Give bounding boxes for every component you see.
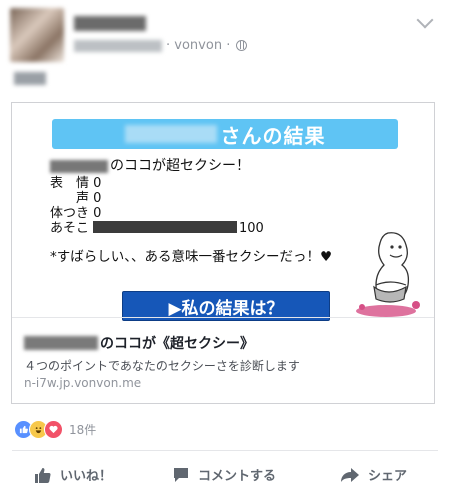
- stat-bar: [93, 221, 238, 233]
- love-reaction-icon: [44, 420, 63, 439]
- banner-name: [124, 125, 217, 143]
- comment-button[interactable]: コメントする: [172, 465, 276, 484]
- stat-label: 表 情: [50, 176, 90, 191]
- like-label: いいね！: [60, 469, 113, 484]
- stat-label: 体つき: [50, 206, 90, 221]
- result-heading-text: のココが超セクシー！: [110, 158, 250, 174]
- thumbs-up-icon: [35, 467, 51, 483]
- result-block: のココが超セクシー！ 表 情 0 声 0 体つき 0 あそこ 100: [50, 159, 264, 236]
- actions-divider: [12, 450, 438, 451]
- comment-icon: [174, 467, 188, 482]
- link-description: ４つのポイントであなたのセクシーさを診断します: [24, 359, 300, 373]
- result-heading: のココが超セクシー！: [50, 159, 264, 174]
- link-domain: n-i7w.jp.vonvon.me: [24, 376, 142, 390]
- link-title-name: [24, 336, 98, 350]
- stat-value: 0: [93, 191, 102, 206]
- stat-row: あそこ 100: [50, 221, 264, 236]
- avatar[interactable]: [10, 8, 64, 62]
- share-label: シェア: [368, 469, 408, 484]
- share-icon: [341, 467, 359, 482]
- post-timestamp[interactable]: [74, 40, 162, 52]
- link-preview-card[interactable]: さんの結果 のココが超セクシー！ 表 情 0 声 0 体つき 0 あそこ 100 …: [11, 102, 435, 404]
- chevron-down-icon[interactable]: [416, 11, 434, 29]
- stat-value: 0: [93, 176, 102, 191]
- share-button[interactable]: シェア: [340, 465, 407, 484]
- stat-label: 声: [50, 191, 90, 206]
- post-text: [14, 72, 46, 85]
- result-banner: さんの結果: [52, 119, 398, 149]
- post-meta: · vonvon ·: [166, 38, 248, 53]
- comment-label: コメントする: [198, 469, 277, 484]
- like-button[interactable]: いいね！: [34, 465, 112, 484]
- stat-row: 体つき 0: [50, 206, 264, 221]
- app-source-link[interactable]: vonvon: [174, 38, 222, 53]
- globe-icon: [236, 40, 248, 51]
- stat-row: 声 0: [50, 191, 264, 206]
- stat-label: あそこ: [50, 221, 90, 236]
- action-bar: いいね！ コメントする シェア: [0, 465, 450, 493]
- author-name[interactable]: [74, 16, 146, 31]
- card-divider: [12, 317, 434, 318]
- link-title[interactable]: のココが《超セクシー》: [24, 333, 254, 353]
- banner-title: さんの結果: [220, 123, 326, 148]
- reaction-count: 18件: [69, 423, 97, 437]
- stat-row: 表 情 0: [50, 176, 264, 191]
- reactions-summary[interactable]: 18件: [14, 420, 96, 439]
- link-title-text: のココが《超セクシー》: [100, 336, 254, 352]
- separator: ·: [166, 38, 171, 53]
- character-illustration: [356, 232, 420, 317]
- stat-value: 0: [93, 206, 102, 221]
- stat-value: 100: [239, 221, 264, 236]
- heading-name: [50, 160, 108, 173]
- result-comment: *すばらしい、、ある意味一番セクシーだっ！♥: [50, 249, 333, 265]
- separator: ·: [226, 38, 231, 53]
